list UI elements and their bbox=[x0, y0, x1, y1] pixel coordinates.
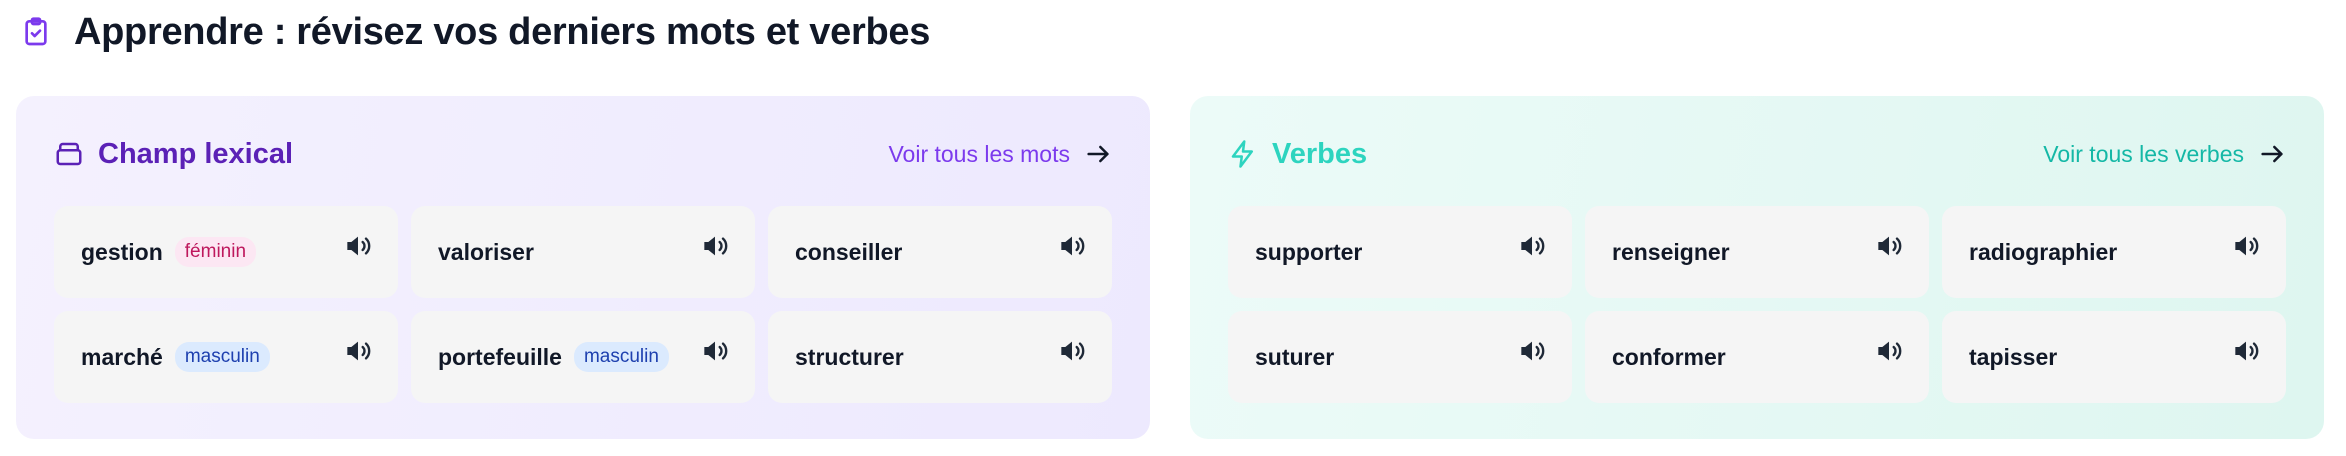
word-label: marché bbox=[81, 343, 163, 370]
verb-card-suturer[interactable]: suturer bbox=[1228, 311, 1572, 403]
gender-badge: masculin bbox=[573, 342, 669, 372]
speaker-icon[interactable] bbox=[1056, 230, 1088, 262]
verb-card-tapisser[interactable]: tapisser bbox=[1942, 311, 2286, 403]
speaker-icon[interactable] bbox=[342, 230, 374, 262]
speaker-icon[interactable] bbox=[1056, 335, 1088, 367]
speaker-icon[interactable] bbox=[1516, 230, 1548, 262]
word-label: portefeuille bbox=[438, 343, 562, 370]
verb-label: radiographier bbox=[1969, 238, 2118, 265]
gender-badge: féminin bbox=[174, 237, 257, 267]
speaker-icon[interactable] bbox=[1516, 335, 1548, 367]
verb-label: suturer bbox=[1255, 343, 1335, 370]
verb-label: conformer bbox=[1612, 343, 1726, 370]
stack-icon bbox=[54, 139, 84, 169]
word-card-gestion[interactable]: gestion féminin bbox=[54, 206, 398, 298]
see-all-verbs-label: Voir tous les verbes bbox=[2043, 140, 2244, 167]
lexical-word-grid: gestion féminin valoriser conseiller mar… bbox=[54, 206, 1112, 403]
verb-card-radiographier[interactable]: radiographier bbox=[1942, 206, 2286, 298]
verb-card-conformer[interactable]: conformer bbox=[1585, 311, 1929, 403]
word-label: structurer bbox=[795, 343, 904, 370]
verb-card-supporter[interactable]: supporter bbox=[1228, 206, 1572, 298]
word-card-conseiller[interactable]: conseiller bbox=[768, 206, 1112, 298]
speaker-icon[interactable] bbox=[1873, 335, 1905, 367]
lightning-icon bbox=[1228, 139, 1258, 169]
word-label: gestion bbox=[81, 238, 163, 265]
verbs-panel-title: Verbes bbox=[1272, 137, 1368, 170]
gender-badge: masculin bbox=[174, 342, 270, 372]
verb-label: tapisser bbox=[1969, 343, 2058, 370]
word-label: conseiller bbox=[795, 238, 903, 265]
verb-label: supporter bbox=[1255, 238, 1363, 265]
speaker-icon[interactable] bbox=[699, 230, 731, 262]
word-card-structurer[interactable]: structurer bbox=[768, 311, 1112, 403]
arrow-right-icon bbox=[2258, 140, 2286, 168]
word-card-portefeuille[interactable]: portefeuille masculin bbox=[411, 311, 755, 403]
see-all-verbs-link[interactable]: Voir tous les verbes bbox=[2043, 140, 2286, 168]
speaker-icon[interactable] bbox=[2230, 335, 2262, 367]
lexical-field-panel: Champ lexical Voir tous les mots gestion… bbox=[16, 96, 1150, 439]
verb-label: renseigner bbox=[1612, 238, 1730, 265]
speaker-icon[interactable] bbox=[2230, 230, 2262, 262]
verbs-panel-header: Verbes Voir tous les verbes bbox=[1228, 134, 2286, 174]
speaker-icon[interactable] bbox=[699, 335, 731, 367]
see-all-words-label: Voir tous les mots bbox=[888, 140, 1070, 167]
clipboard-check-icon bbox=[20, 16, 52, 48]
word-card-valoriser[interactable]: valoriser bbox=[411, 206, 755, 298]
verbs-panel: Verbes Voir tous les verbes supporter re… bbox=[1190, 96, 2324, 439]
verb-card-renseigner[interactable]: renseigner bbox=[1585, 206, 1929, 298]
lexical-panel-header: Champ lexical Voir tous les mots bbox=[54, 134, 1112, 174]
see-all-words-link[interactable]: Voir tous les mots bbox=[888, 140, 1112, 168]
verbs-word-grid: supporter renseigner radiographier sutur… bbox=[1228, 206, 2286, 403]
word-label: valoriser bbox=[438, 238, 534, 265]
speaker-icon[interactable] bbox=[342, 335, 374, 367]
lexical-panel-title: Champ lexical bbox=[98, 137, 294, 170]
word-card-marche[interactable]: marché masculin bbox=[54, 311, 398, 403]
speaker-icon[interactable] bbox=[1873, 230, 1905, 262]
arrow-right-icon bbox=[1084, 140, 1112, 168]
page-title: Apprendre : révisez vos derniers mots et… bbox=[74, 10, 931, 53]
page-header: Apprendre : révisez vos derniers mots et… bbox=[20, 8, 930, 56]
